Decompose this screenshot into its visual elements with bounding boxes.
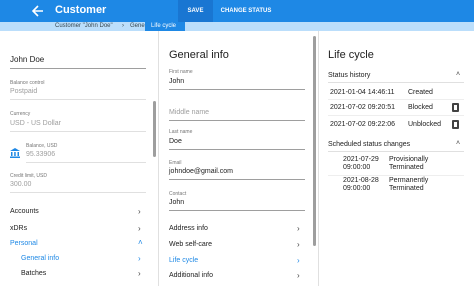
chevron-right-icon[interactable]: › [138, 254, 141, 263]
scheduled-date-day: 2021-07-29 [343, 156, 379, 163]
scheduled-date-day: 2021-08-28 [343, 177, 379, 184]
section-divider [328, 82, 464, 83]
contact-field[interactable]: John [169, 199, 184, 206]
breadcrumb: Customer "John Doe" › General info Life … [0, 22, 474, 31]
chevron-up-icon[interactable]: ˄ [456, 71, 460, 78]
scheduled-date: 2021-07-29 09:00:00 [343, 156, 387, 172]
scheduled-date-time: 09:00:00 [343, 185, 371, 192]
chevron-right-icon[interactable]: › [138, 207, 141, 216]
history-status: Created [408, 89, 433, 96]
chevron-right-icon[interactable]: › [138, 269, 141, 278]
breadcrumb-life-cycle-label: Life cycle [151, 23, 177, 29]
scheduled-status: Provisionally Terminated [389, 156, 449, 172]
nav-accounts[interactable]: Accounts [10, 208, 39, 215]
link-address-info[interactable]: Address info [169, 225, 208, 232]
field-underline [10, 192, 146, 193]
middle-scrollbar[interactable] [313, 36, 316, 246]
app-header: Customer SAVE CHANGE STATUS [0, 0, 474, 22]
section-divider [328, 151, 464, 152]
field-underline [169, 210, 305, 211]
scheduled-status-line: Terminated [389, 185, 424, 192]
nav-xdrs[interactable]: xDRs [10, 225, 27, 232]
life-cycle-title: Life cycle [328, 49, 374, 61]
contact-label: Contact [169, 191, 187, 197]
balance-label: Balance, USD [26, 143, 58, 149]
chevron-right-icon[interactable]: › [297, 256, 300, 265]
field-underline [169, 179, 305, 180]
email-field[interactable]: johndoe@gmail.com [169, 168, 233, 175]
chevron-up-icon[interactable]: ˄ [456, 140, 460, 147]
change-status-button[interactable]: CHANGE STATUS [216, 0, 276, 22]
link-additional-info[interactable]: Additional info [169, 272, 213, 279]
arrow-back-icon[interactable] [30, 3, 46, 19]
row-divider [328, 115, 464, 116]
breadcrumb-customer[interactable]: Customer "John Doe" [55, 22, 113, 31]
balance-control-label: Balance control [10, 80, 45, 86]
breadcrumb-life-cycle[interactable]: Life cycle [145, 22, 185, 31]
email-label: Email [169, 160, 182, 166]
nav-personal[interactable]: Personal [10, 240, 38, 247]
chevron-right-icon[interactable]: › [138, 224, 141, 233]
chevron-right-icon: › [122, 23, 124, 29]
row-divider [328, 99, 464, 100]
history-status: Unblocked [408, 121, 442, 128]
first-name-field[interactable]: John [169, 78, 184, 85]
balance-control-value: Postpaid [10, 88, 38, 95]
scheduled-status-line: Provisionally [389, 156, 429, 163]
scheduled-date-time: 09:00:00 [343, 164, 371, 171]
credit-limit-label: Credit limit, USD [10, 173, 47, 179]
chevron-up-icon[interactable]: ˄ [138, 238, 143, 247]
currency-label: Currency [10, 111, 31, 117]
scheduled-status-line: Terminated [389, 164, 424, 171]
field-underline [169, 89, 305, 90]
chevron-right-icon[interactable]: › [297, 224, 300, 233]
scheduled-changes-header[interactable]: Scheduled status changes [328, 141, 410, 148]
field-underline [10, 131, 146, 132]
status-history-header[interactable]: Status history [328, 72, 370, 79]
column-divider [158, 31, 159, 286]
currency-value: USD - US Dollar [10, 120, 61, 127]
history-date: 2021-01-04 14:46:11 [330, 89, 395, 96]
first-name-label: First name [169, 69, 193, 75]
scheduled-status-line: Permanently [389, 177, 429, 184]
nav-general-info[interactable]: General info [21, 255, 59, 262]
nav-batches[interactable]: Batches [21, 270, 46, 277]
left-scrollbar[interactable] [153, 101, 156, 157]
field-underline [26, 162, 146, 163]
credit-limit-value: 300.00 [10, 181, 32, 188]
customer-name[interactable]: John Doe [10, 55, 44, 64]
page-title: Customer [55, 4, 107, 16]
bank-icon [10, 148, 20, 158]
history-status: Blocked [408, 104, 433, 111]
row-divider [328, 175, 464, 176]
field-underline [169, 120, 305, 121]
history-date: 2021-07-02 09:20:51 [330, 104, 395, 111]
last-name-field[interactable]: Doe [169, 138, 182, 145]
save-button[interactable]: SAVE [178, 0, 213, 22]
comment-icon[interactable] [452, 120, 459, 129]
field-underline [169, 149, 305, 150]
scheduled-status: Permanently Terminated [389, 177, 449, 193]
scheduled-date: 2021-08-28 09:00:00 [343, 177, 387, 193]
chevron-right-icon[interactable]: › [297, 271, 300, 280]
name-underline [10, 68, 146, 69]
field-underline [10, 99, 146, 100]
history-date: 2021-07-02 09:22:06 [330, 121, 395, 128]
last-name-label: Last name [169, 129, 193, 135]
middle-name-field[interactable]: Middle name [169, 109, 209, 116]
balance-value: 95.33906 [26, 151, 56, 158]
general-info-title: General info [169, 49, 229, 61]
link-web-self-care[interactable]: Web self-care [169, 241, 212, 248]
column-divider [318, 31, 319, 286]
main-content: John Doe Balance control Postpaid Curren… [0, 31, 474, 286]
comment-icon[interactable] [452, 103, 459, 112]
chevron-right-icon[interactable]: › [297, 240, 300, 249]
link-life-cycle[interactable]: Life cycle [169, 257, 198, 264]
